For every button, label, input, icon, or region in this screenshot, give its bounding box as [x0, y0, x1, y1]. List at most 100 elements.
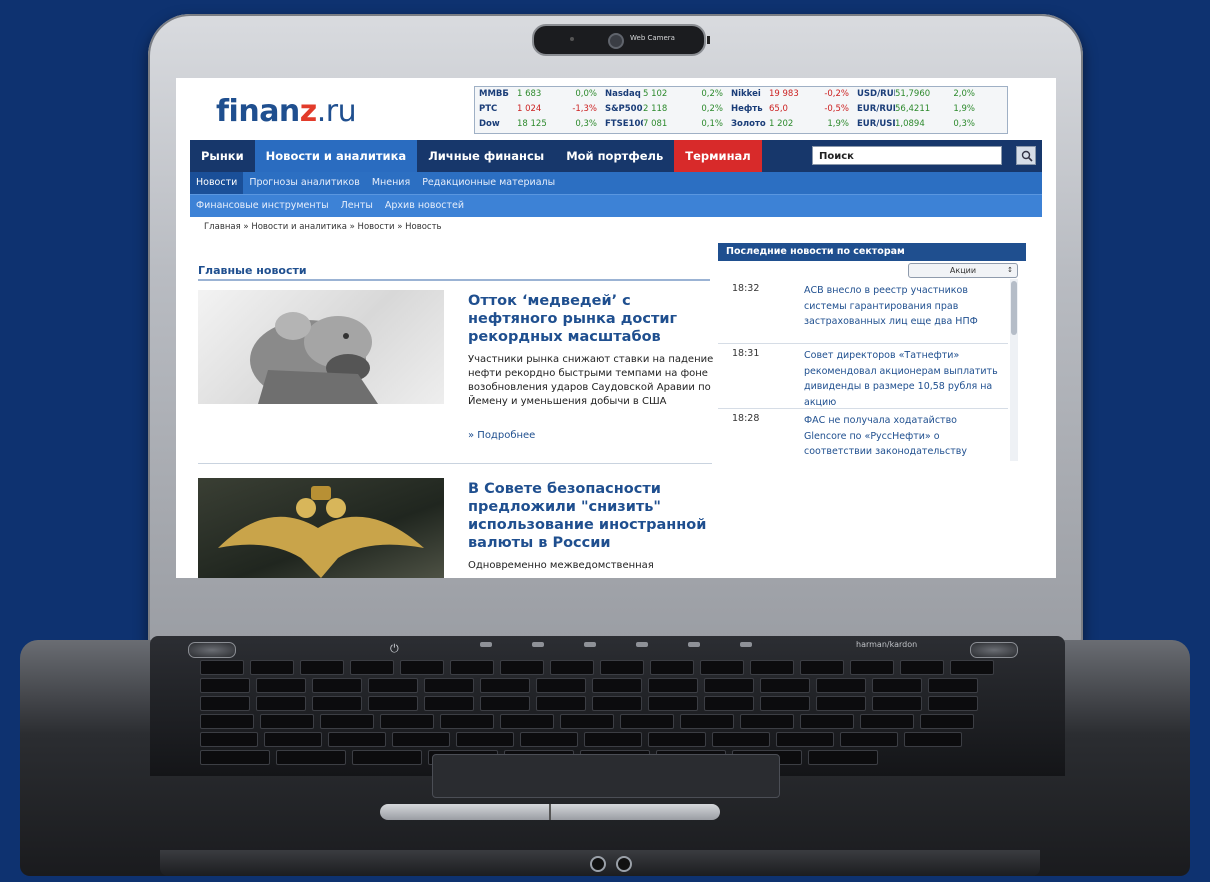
ticker-value: 19 983 [769, 89, 799, 99]
list-item[interactable]: 18:32 АСВ внесло в реестр участников сис… [718, 279, 1008, 344]
keyboard-key [620, 714, 674, 729]
keyboard-key [456, 732, 514, 747]
keyboard-key [900, 660, 944, 675]
keyboard-key [648, 696, 698, 711]
media-button [532, 642, 544, 647]
speaker-right [970, 642, 1018, 658]
keyboard-key [700, 660, 744, 675]
keyboard-key [424, 678, 474, 693]
ticker-name[interactable]: FTSE100 [601, 117, 643, 132]
news-headline[interactable]: Совет директоров «Татнефти» рекомендовал… [804, 348, 1000, 410]
subnav-archive[interactable]: Архив новостей [379, 195, 470, 217]
news-headline[interactable]: ФАС не получала ходатайство Glencore по … [804, 413, 1000, 460]
section-title: Главные новости [198, 264, 710, 281]
ticker-name[interactable]: Nikkei [727, 87, 769, 102]
search-input[interactable]: Поиск [812, 146, 1002, 165]
subnav-feeds[interactable]: Ленты [335, 195, 379, 217]
keyboard-key [928, 678, 978, 693]
ticker-value: 1,0894 [895, 119, 925, 129]
list-item[interactable]: 18:28 ФАС не получала ходатайство Glenco… [718, 409, 1008, 463]
ticker-name[interactable]: EUR/USD [853, 117, 895, 132]
keyboard-key [200, 696, 250, 711]
keyboard-key [648, 678, 698, 693]
webcam-label: Web Camera [630, 34, 675, 42]
keyboard-key [816, 696, 866, 711]
subnav-editorial[interactable]: Редакционные материалы [416, 172, 561, 194]
subnav-forecasts[interactable]: Прогнозы аналитиков [243, 172, 366, 194]
ticker-change: -1,3% [572, 104, 597, 114]
ticker-name[interactable]: ММВБ [475, 87, 517, 102]
ticker-name[interactable]: РТС [475, 102, 517, 117]
news-scrollbar[interactable] [1010, 279, 1018, 461]
ticker-change: 0,0% [575, 89, 597, 99]
ticker-row: Dow 18 125 0,3% FTSE100 7 081 0,1% Золото 1 202… [475, 117, 1007, 132]
breadcrumb[interactable]: Главная » Новости и аналитика » Новости … [204, 222, 442, 232]
camera-lens-icon [608, 33, 624, 49]
nav-markets[interactable]: Рынки [190, 140, 255, 172]
keyboard-key [200, 714, 254, 729]
media-button [480, 642, 492, 647]
keyboard-key [424, 696, 474, 711]
nav-personal-finance[interactable]: Личные финансы [417, 140, 555, 172]
read-more-link[interactable]: » Подробнее [468, 430, 535, 441]
article-image-bear[interactable] [198, 290, 444, 404]
subnav-instruments[interactable]: Финансовые инструменты [190, 195, 335, 217]
ticker-change: 0,2% [701, 89, 723, 99]
news-time: 18:32 [732, 283, 760, 294]
ticker-name[interactable]: EUR/RUB [853, 102, 895, 117]
keyboard-key [256, 696, 306, 711]
keyboard-key [560, 714, 614, 729]
article-title-2[interactable]: В Совете безопасности предложили "снизит… [468, 480, 718, 552]
article-image-eagle[interactable] [198, 478, 444, 578]
audio-port-icon [590, 856, 606, 872]
subnav-news[interactable]: Новости [190, 172, 244, 194]
article-summary-2: Одновременно межведомственная [468, 560, 654, 571]
keyboard-key [928, 696, 978, 711]
keyboard-key [550, 660, 594, 675]
keyboard-key [536, 678, 586, 693]
keyboard-key [760, 696, 810, 711]
sector-select[interactable]: Акции ↕ [908, 263, 1018, 278]
ticker-name[interactable]: Dow [475, 117, 517, 132]
ticker-name[interactable]: Золото [727, 117, 769, 132]
search-button[interactable] [1016, 146, 1036, 165]
keyboard-key [500, 660, 544, 675]
logo-main: finan [216, 94, 300, 129]
ticker-name[interactable]: S&P500 [601, 102, 643, 117]
article-title[interactable]: Отток ‘медведей’ с нефтяного рынка дости… [468, 292, 718, 346]
ticker-change: 0,3% [575, 119, 597, 129]
keyboard-key [592, 678, 642, 693]
ticker-value: 7 081 [643, 119, 668, 129]
keyboard-key [368, 696, 418, 711]
nav-news-analytics[interactable]: Новости и аналитика [254, 140, 418, 172]
ticker-name[interactable]: Nasdaq [601, 87, 643, 102]
ticker-change: 0,2% [701, 104, 723, 114]
search-icon [1021, 150, 1033, 162]
chevron-down-icon: ↕ [1007, 266, 1013, 274]
keyboard-key [480, 678, 530, 693]
nav-my-portfolio[interactable]: Мой портфель [555, 140, 674, 172]
keyboard-key [200, 678, 250, 693]
list-item[interactable]: 18:31 Совет директоров «Татнефти» рекоме… [718, 344, 1008, 409]
ticker-change: 1,9% [827, 119, 849, 129]
ticker-name[interactable]: USD/RUB [853, 87, 895, 102]
scroll-thumb[interactable] [1011, 281, 1017, 335]
article-divider [198, 463, 712, 464]
site-logo[interactable]: finanz.ru [216, 94, 357, 129]
keyboard-key [816, 678, 866, 693]
keyboard-key [276, 750, 346, 765]
keyboard-key [256, 678, 306, 693]
ticker-value: 2 118 [643, 104, 668, 114]
ticker-name[interactable]: Нефть [727, 102, 769, 117]
news-headline[interactable]: АСВ внесло в реестр участников системы г… [804, 283, 1000, 330]
keyboard-key [200, 750, 270, 765]
keyboard-key [264, 732, 322, 747]
ticker-row: ММВБ 1 683 0,0% Nasdaq 5 102 0,2% Nikkei 19 983… [475, 87, 1007, 102]
laptop-screen: finanz.ru ММВБ 1 683 0,0% Nasdaq 5 102 0,2% Ni… [176, 78, 1056, 578]
subnav-opinions[interactable]: Мнения [366, 172, 416, 194]
ticker-change: 0,1% [701, 119, 723, 129]
webcam-bar: Web Camera [532, 24, 706, 56]
ticker-value: 65,0 [769, 104, 788, 114]
eagle-emblem-image [218, 486, 424, 578]
nav-terminal[interactable]: Терминал [674, 140, 762, 172]
